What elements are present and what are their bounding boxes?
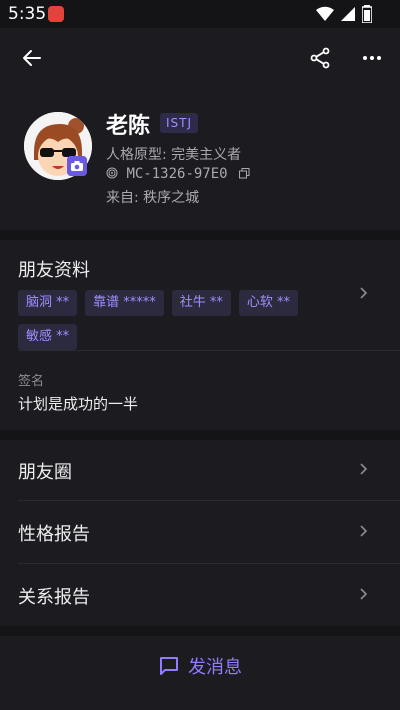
send-message-label: 发消息 <box>188 657 242 678</box>
trait-tags: 脑洞 ** 靠谱 ***** 社牛 ** 心软 ** 敏感 ** <box>18 290 338 350</box>
personality-type-badge: ISTJ <box>160 113 199 133</box>
trait-tag: 心软 ** <box>238 290 299 316</box>
chevron-right-icon <box>360 588 368 600</box>
back-arrow-icon[interactable] <box>20 46 44 70</box>
share-icon[interactable] <box>308 46 332 70</box>
menu-row-moments[interactable]: 朋友圈 <box>0 440 400 500</box>
signal-icon <box>341 7 355 21</box>
trait-tag: 靠谱 ***** <box>85 290 164 316</box>
menu-row-relationship-report[interactable]: 关系报告 <box>0 564 400 626</box>
bottom-action-bar: 发消息 <box>0 636 400 710</box>
profile-name: 老陈 <box>106 114 151 139</box>
archetype-text: 人格原型: 完美主义者 <box>106 147 242 163</box>
fingerprint-icon <box>106 167 118 179</box>
friend-info-section[interactable]: 朋友资料 脑洞 ** 靠谱 ***** 社牛 ** 心软 ** 敏感 ** <box>0 240 400 350</box>
top-app-bar <box>0 28 400 88</box>
chat-icon <box>160 657 178 675</box>
origin-text: 来自: 秩序之城 <box>106 190 200 206</box>
trait-tag: 社牛 ** <box>171 290 231 316</box>
copy-icon[interactable] <box>239 168 250 179</box>
signature-label: 签名 <box>18 374 45 389</box>
status-time: 5:35 <box>8 4 47 24</box>
chevron-right-icon <box>360 525 368 537</box>
battery-icon <box>362 5 372 23</box>
row-separator <box>18 350 400 351</box>
notification-app-icon <box>48 6 64 22</box>
user-id: MC-1326-97E0 <box>126 166 228 182</box>
menu-row-personality-report[interactable]: 性格报告 <box>0 501 400 563</box>
trait-tag: 脑洞 ** <box>18 290 78 316</box>
user-id-row: MC-1326-97E0 <box>106 166 250 182</box>
send-message-button[interactable]: 发消息 <box>158 653 242 679</box>
signature-text: 计划是成功的一半 <box>18 395 139 413</box>
status-icons <box>316 5 372 23</box>
status-bar: 5:35 <box>0 0 400 28</box>
profile-header: 老陈 ISTJ 人格原型: 完美主义者 MC-1326-97E0 来自: 秩序之… <box>0 88 400 230</box>
menu-row-label: 朋友圈 <box>18 462 72 483</box>
section-divider <box>0 626 400 636</box>
section-divider <box>0 230 400 240</box>
menu-row-label: 关系报告 <box>18 587 90 608</box>
camera-icon[interactable] <box>67 156 87 176</box>
chevron-right-icon <box>360 463 368 475</box>
more-options-icon[interactable] <box>360 46 384 70</box>
wifi-icon <box>316 6 334 22</box>
friend-info-title: 朋友资料 <box>18 260 90 281</box>
menu-row-label: 性格报告 <box>18 524 90 545</box>
section-divider <box>0 430 400 440</box>
trait-tag: 敏感 ** <box>18 324 78 350</box>
chevron-right-icon <box>360 287 368 299</box>
